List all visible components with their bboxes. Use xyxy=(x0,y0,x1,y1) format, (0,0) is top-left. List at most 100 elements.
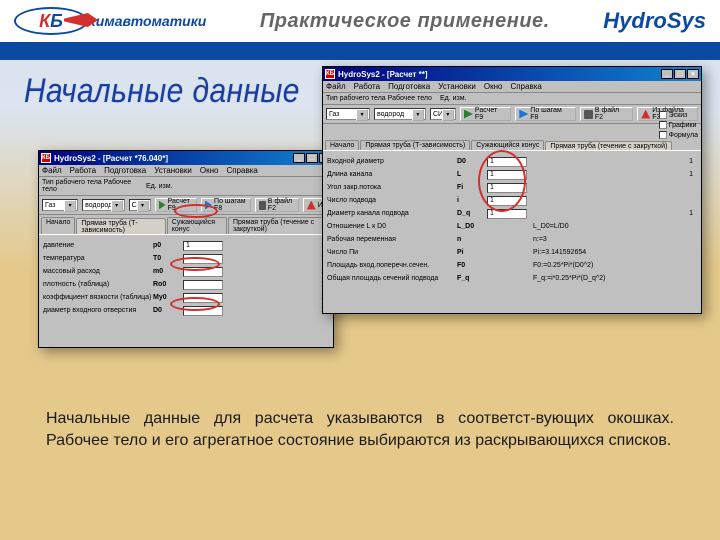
step-button[interactable]: По шагам F8 xyxy=(515,107,576,121)
app-icon: КБ xyxy=(41,153,51,163)
formula-checkbox[interactable] xyxy=(659,131,667,139)
menu-prep[interactable]: Подготовка xyxy=(104,166,146,175)
combo-row2: Газ водород СИ Расчет F9 По шагам F8 В ф… xyxy=(39,196,333,215)
param-symbol: My0 xyxy=(153,294,183,301)
tab-pipe-swirl[interactable]: Прямая труба (течение с закруткой) xyxy=(228,217,331,234)
formula-label: Формула xyxy=(669,132,698,139)
titlebar[interactable]: КБ HydroSys2 - [Расчет **] _ □ × xyxy=(323,67,701,81)
type-label: Тип рабочего тела Рабочее тело xyxy=(42,179,142,193)
data-row: температураT01 xyxy=(43,252,329,265)
param-symbol: F_q xyxy=(457,275,487,282)
tab-start[interactable]: Начало xyxy=(41,217,75,234)
menu-help[interactable]: Справка xyxy=(510,82,541,91)
tab-cone[interactable]: Сужающийся конус xyxy=(167,217,227,234)
body-select[interactable]: водород xyxy=(374,108,426,120)
tab-start[interactable]: Начало xyxy=(325,140,359,150)
param-symbol: D0 xyxy=(457,158,487,165)
ed-label: Ед. изм. xyxy=(146,183,173,190)
param-label: коэффициент вязкости (таблица) xyxy=(43,294,153,301)
calc-button[interactable]: Расчет F9 xyxy=(155,198,197,212)
param-label: давление xyxy=(43,242,153,249)
graphs-checkbox[interactable] xyxy=(659,121,667,129)
param-note: L_D0=L/D0 xyxy=(527,223,677,230)
graphs-label: Графики xyxy=(669,122,697,129)
menu-settings[interactable]: Установки xyxy=(154,166,192,175)
logo-oval: КБ xyxy=(14,7,88,35)
data-row: плотность (таблица)Ro01 xyxy=(43,278,329,291)
menu-file[interactable]: Файл xyxy=(42,166,62,175)
param-symbol: i xyxy=(457,197,487,204)
tofile-button[interactable]: В файл F2 xyxy=(255,198,299,212)
param-note: F_q:=i*0.25*Pi*(D_q^2) xyxy=(527,275,677,282)
param-label: Диаметр канала подвода xyxy=(327,210,457,217)
tab-cone[interactable]: Сужающийся конус xyxy=(471,140,544,150)
param-input[interactable] xyxy=(183,293,223,303)
menu-work[interactable]: Работа xyxy=(354,82,380,91)
param-label: Угол закр.потока xyxy=(327,184,457,191)
menu-prep[interactable]: Подготовка xyxy=(388,82,430,91)
param-symbol: m0 xyxy=(153,268,183,275)
param-label: массовый расход xyxy=(43,268,153,275)
type-select[interactable]: Газ xyxy=(326,108,370,120)
window-title: HydroSys2 - [Расчет *76.040*] xyxy=(54,154,293,163)
header-strip xyxy=(0,44,720,60)
combo-row2: Газ водород СИ Расчет F9 По шагам F8 В ф… xyxy=(323,105,701,124)
calc-button[interactable]: Расчет F9 xyxy=(460,107,511,121)
minimize-button[interactable]: _ xyxy=(661,69,673,79)
param-symbol: F0 xyxy=(457,262,487,269)
maximize-button[interactable]: □ xyxy=(306,153,318,163)
type-select[interactable]: Газ xyxy=(42,199,78,211)
param-input[interactable]: 1 xyxy=(487,183,527,193)
tab-pipe-t[interactable]: Прямая труба (Т-зависимость) xyxy=(76,218,165,235)
param-input[interactable]: 1 xyxy=(183,241,223,251)
tab-pipe-t[interactable]: Прямая труба (Т-зависимость) xyxy=(360,140,470,150)
param-input[interactable] xyxy=(183,267,223,277)
sketch-checkbox[interactable] xyxy=(659,111,667,119)
param-input[interactable] xyxy=(183,280,223,290)
minimize-button[interactable]: _ xyxy=(293,153,305,163)
param-unit: 1 xyxy=(223,281,329,288)
data-row: Диаметр канала подводаD_q11 xyxy=(327,207,697,220)
data-row: Общая площадь сечений подводаF_q F_q:=i*0… xyxy=(327,272,697,285)
menu-window[interactable]: Окно xyxy=(200,166,219,175)
param-symbol: D0 xyxy=(153,307,183,314)
combo-row: Тип рабочего тела Рабочее тело Ед. изм. xyxy=(39,177,333,196)
app-window-1: КБ HydroSys2 - [Расчет *76.040*] _ □ × Ф… xyxy=(38,150,334,348)
param-input[interactable] xyxy=(183,306,223,316)
param-label: Длина канала xyxy=(327,171,457,178)
data-row: Длина каналаL11 xyxy=(327,168,697,181)
param-symbol: L_D0 xyxy=(457,223,487,230)
maximize-button[interactable]: □ xyxy=(674,69,686,79)
param-unit: 1 xyxy=(677,210,697,217)
titlebar[interactable]: КБ HydroSys2 - [Расчет *76.040*] _ □ × xyxy=(39,151,333,165)
param-input[interactable]: 1 xyxy=(487,196,527,206)
menu-help[interactable]: Справка xyxy=(226,166,257,175)
param-input[interactable] xyxy=(183,254,223,264)
close-button[interactable]: × xyxy=(687,69,699,79)
data-row: давлениеp011 xyxy=(43,239,329,252)
menu-window[interactable]: Окно xyxy=(484,82,503,91)
disk-icon xyxy=(584,110,593,119)
param-label: Общая площадь сечений подвода xyxy=(327,275,457,282)
param-symbol: T0 xyxy=(153,255,183,262)
param-input[interactable]: 1 xyxy=(487,209,527,219)
tofile-button[interactable]: В файл F2 xyxy=(580,107,633,121)
param-input[interactable]: 1 xyxy=(487,157,527,167)
type-label: Тип рабочего тела Рабочее тело xyxy=(326,95,436,102)
param-label: Входной диаметр xyxy=(327,158,457,165)
menu-file[interactable]: Файл xyxy=(326,82,346,91)
param-symbol: L xyxy=(457,171,487,178)
step-button[interactable]: По шагам F8 xyxy=(201,198,251,212)
body-select[interactable]: водород xyxy=(82,199,125,211)
param-input[interactable]: 1 xyxy=(487,170,527,180)
param-label: температура xyxy=(43,255,153,262)
tabs: Начало Прямая труба (Т-зависимость) Сужа… xyxy=(323,138,701,150)
menu-settings[interactable]: Установки xyxy=(438,82,476,91)
menu-work[interactable]: Работа xyxy=(70,166,96,175)
param-symbol: Ro0 xyxy=(153,281,183,288)
unit-select[interactable]: СИ xyxy=(430,108,456,120)
param-unit: 1 xyxy=(223,307,329,314)
unit-select[interactable]: СИ xyxy=(129,199,151,211)
disk-icon xyxy=(259,201,266,210)
param-label: Число Пи xyxy=(327,249,457,256)
